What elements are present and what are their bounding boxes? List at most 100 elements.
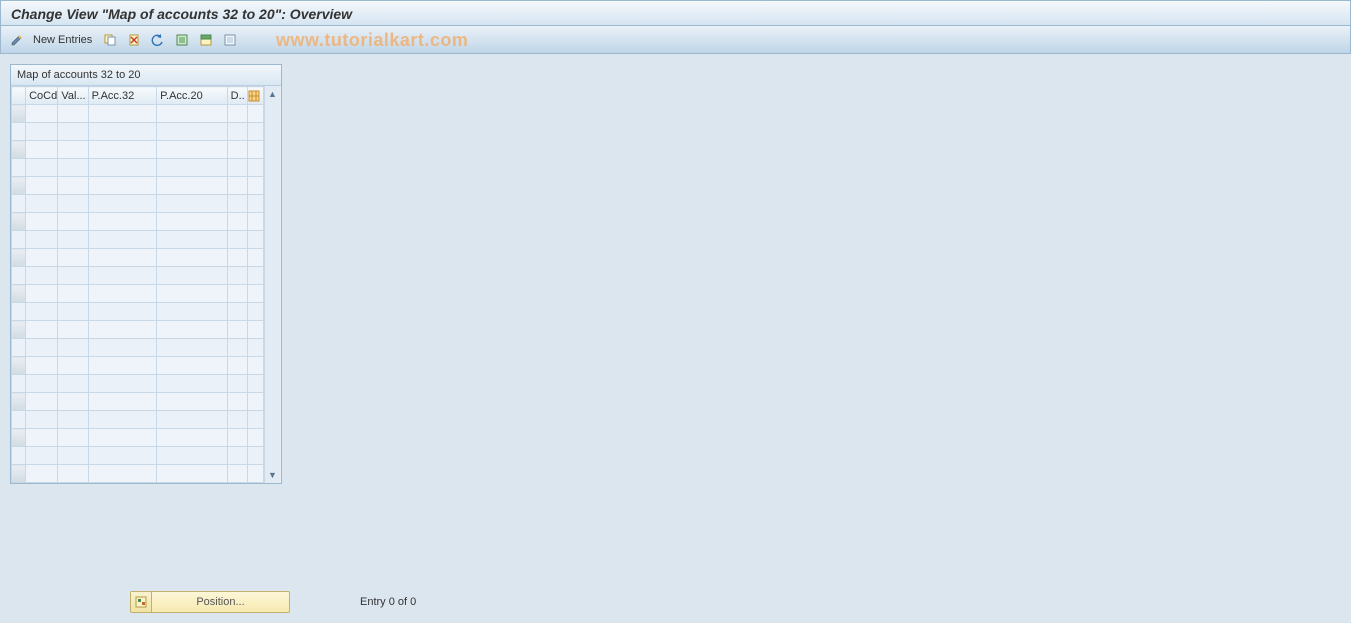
cell[interactable] [227,159,247,177]
cell[interactable] [88,231,157,249]
cell[interactable] [157,447,228,465]
position-button[interactable]: Position... [130,591,290,613]
table-row[interactable] [12,393,264,411]
table-row[interactable] [12,105,264,123]
scroll-down-icon[interactable]: ▼ [267,469,279,481]
cell[interactable] [157,141,228,159]
cell[interactable] [227,303,247,321]
cell[interactable] [58,177,88,195]
row-selector[interactable] [12,393,26,411]
cell[interactable] [26,159,58,177]
cell[interactable] [227,249,247,267]
cell[interactable] [88,447,157,465]
cell[interactable] [26,411,58,429]
cell[interactable] [26,465,58,483]
cell[interactable] [58,213,88,231]
col-header-p20[interactable]: P.Acc.20 [157,87,228,105]
table-row[interactable] [12,213,264,231]
select-block-icon[interactable] [196,30,216,50]
table-row[interactable] [12,123,264,141]
row-selector[interactable] [12,123,26,141]
col-header-val[interactable]: Val... [58,87,88,105]
row-selector[interactable] [12,411,26,429]
cell[interactable] [58,393,88,411]
cell[interactable] [26,267,58,285]
cell[interactable] [26,357,58,375]
row-selector[interactable] [12,375,26,393]
table-vertical-scrollbar[interactable]: ▲ ▼ [264,86,280,483]
cell[interactable] [26,393,58,411]
cell[interactable] [58,339,88,357]
table-row[interactable] [12,339,264,357]
scroll-up-icon[interactable]: ▲ [267,88,279,100]
new-entries-button[interactable]: New Entries [33,34,92,46]
cell[interactable] [26,303,58,321]
cell[interactable] [26,213,58,231]
row-selector[interactable] [12,303,26,321]
cell[interactable] [227,357,247,375]
row-selector[interactable] [12,357,26,375]
cell[interactable] [157,303,228,321]
cell[interactable] [26,231,58,249]
cell[interactable] [26,447,58,465]
table-row[interactable] [12,303,264,321]
cell[interactable] [157,429,228,447]
cell[interactable] [157,357,228,375]
cell[interactable] [227,141,247,159]
cell[interactable] [26,123,58,141]
accounts-table[interactable]: CoCd Val... P.Acc.32 P.Acc.20 D.. [11,86,264,483]
row-selector[interactable] [12,465,26,483]
table-row[interactable] [12,465,264,483]
cell[interactable] [227,447,247,465]
table-row[interactable] [12,429,264,447]
cell[interactable] [227,177,247,195]
cell[interactable] [88,411,157,429]
row-selector[interactable] [12,141,26,159]
cell[interactable] [88,195,157,213]
cell[interactable] [227,465,247,483]
undo-icon[interactable] [148,30,168,50]
cell[interactable] [88,303,157,321]
table-row[interactable] [12,375,264,393]
cell[interactable] [157,159,228,177]
table-settings-icon[interactable] [247,87,263,105]
row-selector[interactable] [12,249,26,267]
table-row[interactable] [12,141,264,159]
cell[interactable] [58,141,88,159]
cell[interactable] [58,321,88,339]
cell[interactable] [227,339,247,357]
cell[interactable] [157,105,228,123]
cell[interactable] [88,159,157,177]
table-row[interactable] [12,231,264,249]
cell[interactable] [58,195,88,213]
table-row[interactable] [12,447,264,465]
cell[interactable] [157,285,228,303]
cell[interactable] [157,339,228,357]
cell[interactable] [26,177,58,195]
cell[interactable] [58,375,88,393]
cell[interactable] [227,285,247,303]
row-selector[interactable] [12,213,26,231]
cell[interactable] [227,213,247,231]
cell[interactable] [227,375,247,393]
cell[interactable] [88,285,157,303]
cell[interactable] [157,195,228,213]
cell[interactable] [88,213,157,231]
select-all-icon[interactable] [172,30,192,50]
cell[interactable] [157,177,228,195]
cell[interactable] [227,105,247,123]
col-header-p32[interactable]: P.Acc.32 [88,87,157,105]
cell[interactable] [227,267,247,285]
cell[interactable] [26,375,58,393]
cell[interactable] [157,465,228,483]
select-all-rows[interactable] [12,87,26,105]
table-row[interactable] [12,249,264,267]
cell[interactable] [157,375,228,393]
cell[interactable] [88,429,157,447]
cell[interactable] [88,393,157,411]
table-row[interactable] [12,411,264,429]
cell[interactable] [26,249,58,267]
cell[interactable] [88,249,157,267]
cell[interactable] [58,447,88,465]
cell[interactable] [88,267,157,285]
